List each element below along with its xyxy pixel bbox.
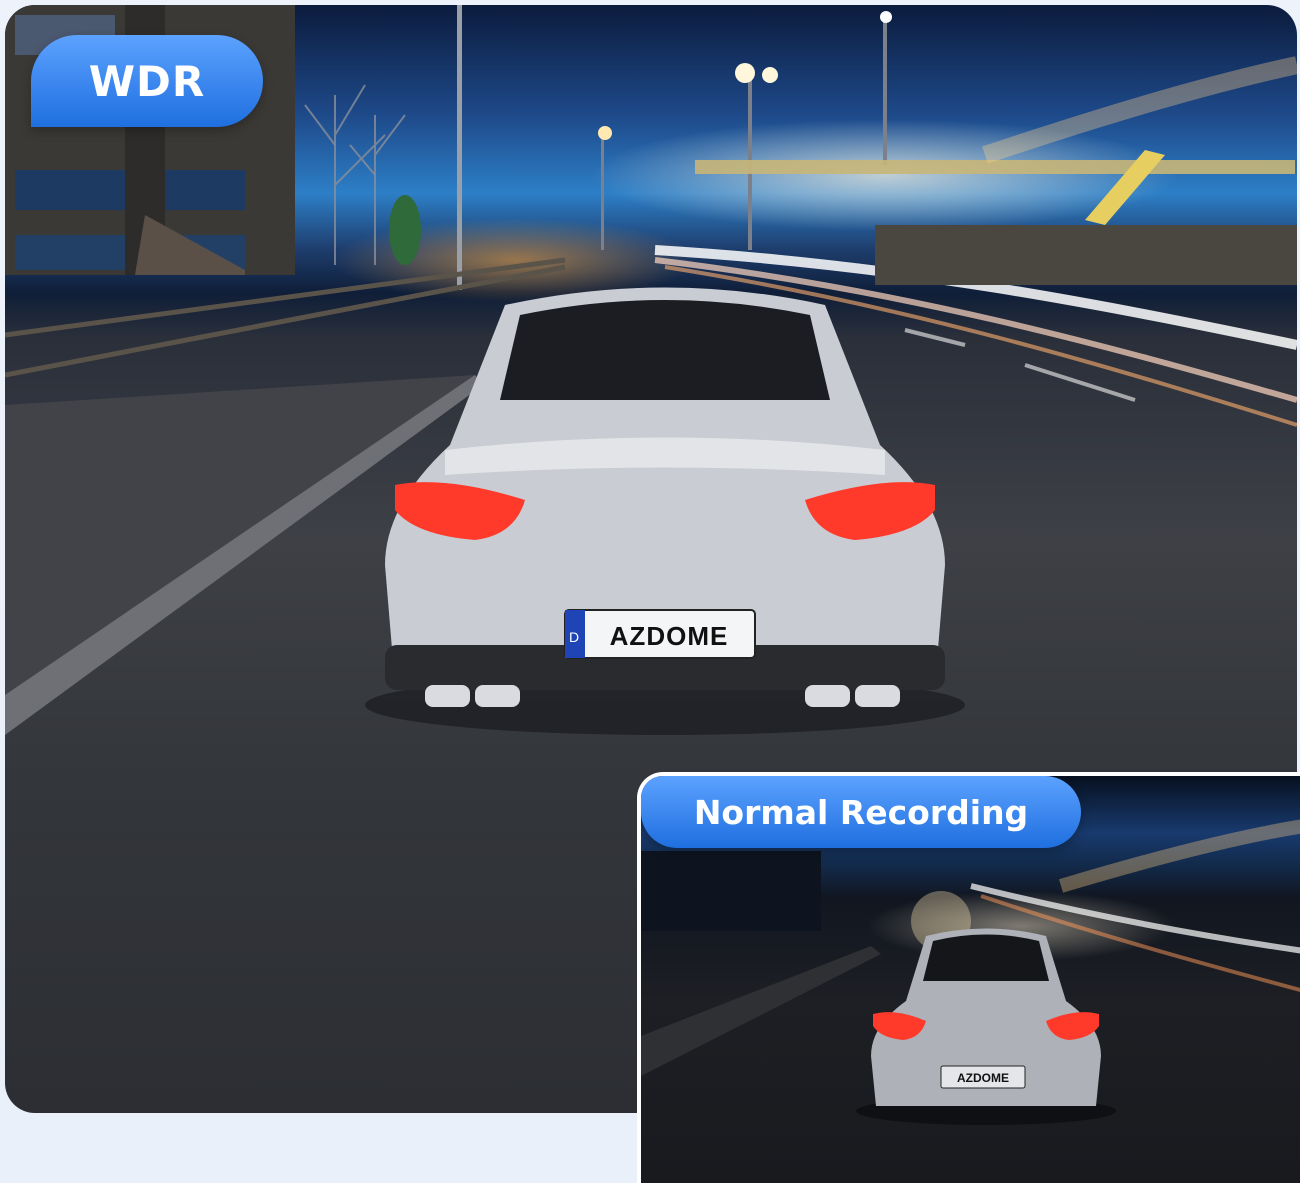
normal-recording-inset: AZDOME Normal Recording (637, 772, 1300, 1183)
inset-car: AZDOME (856, 928, 1116, 1125)
railway (5, 257, 566, 378)
normal-recording-label: Normal Recording (693, 792, 1029, 832)
wall (875, 225, 1297, 285)
bush (389, 195, 421, 265)
plate-country: D (569, 629, 579, 645)
car: D AZDOME (365, 287, 965, 735)
normal-recording-badge: Normal Recording (641, 776, 1081, 848)
bridge (695, 150, 1295, 225)
inset-plate-text: AZDOME (957, 1071, 1009, 1085)
wdr-badge-label: WDR (88, 56, 206, 106)
plate-text: AZDOME (610, 621, 729, 651)
wdr-badge: WDR (31, 35, 263, 127)
